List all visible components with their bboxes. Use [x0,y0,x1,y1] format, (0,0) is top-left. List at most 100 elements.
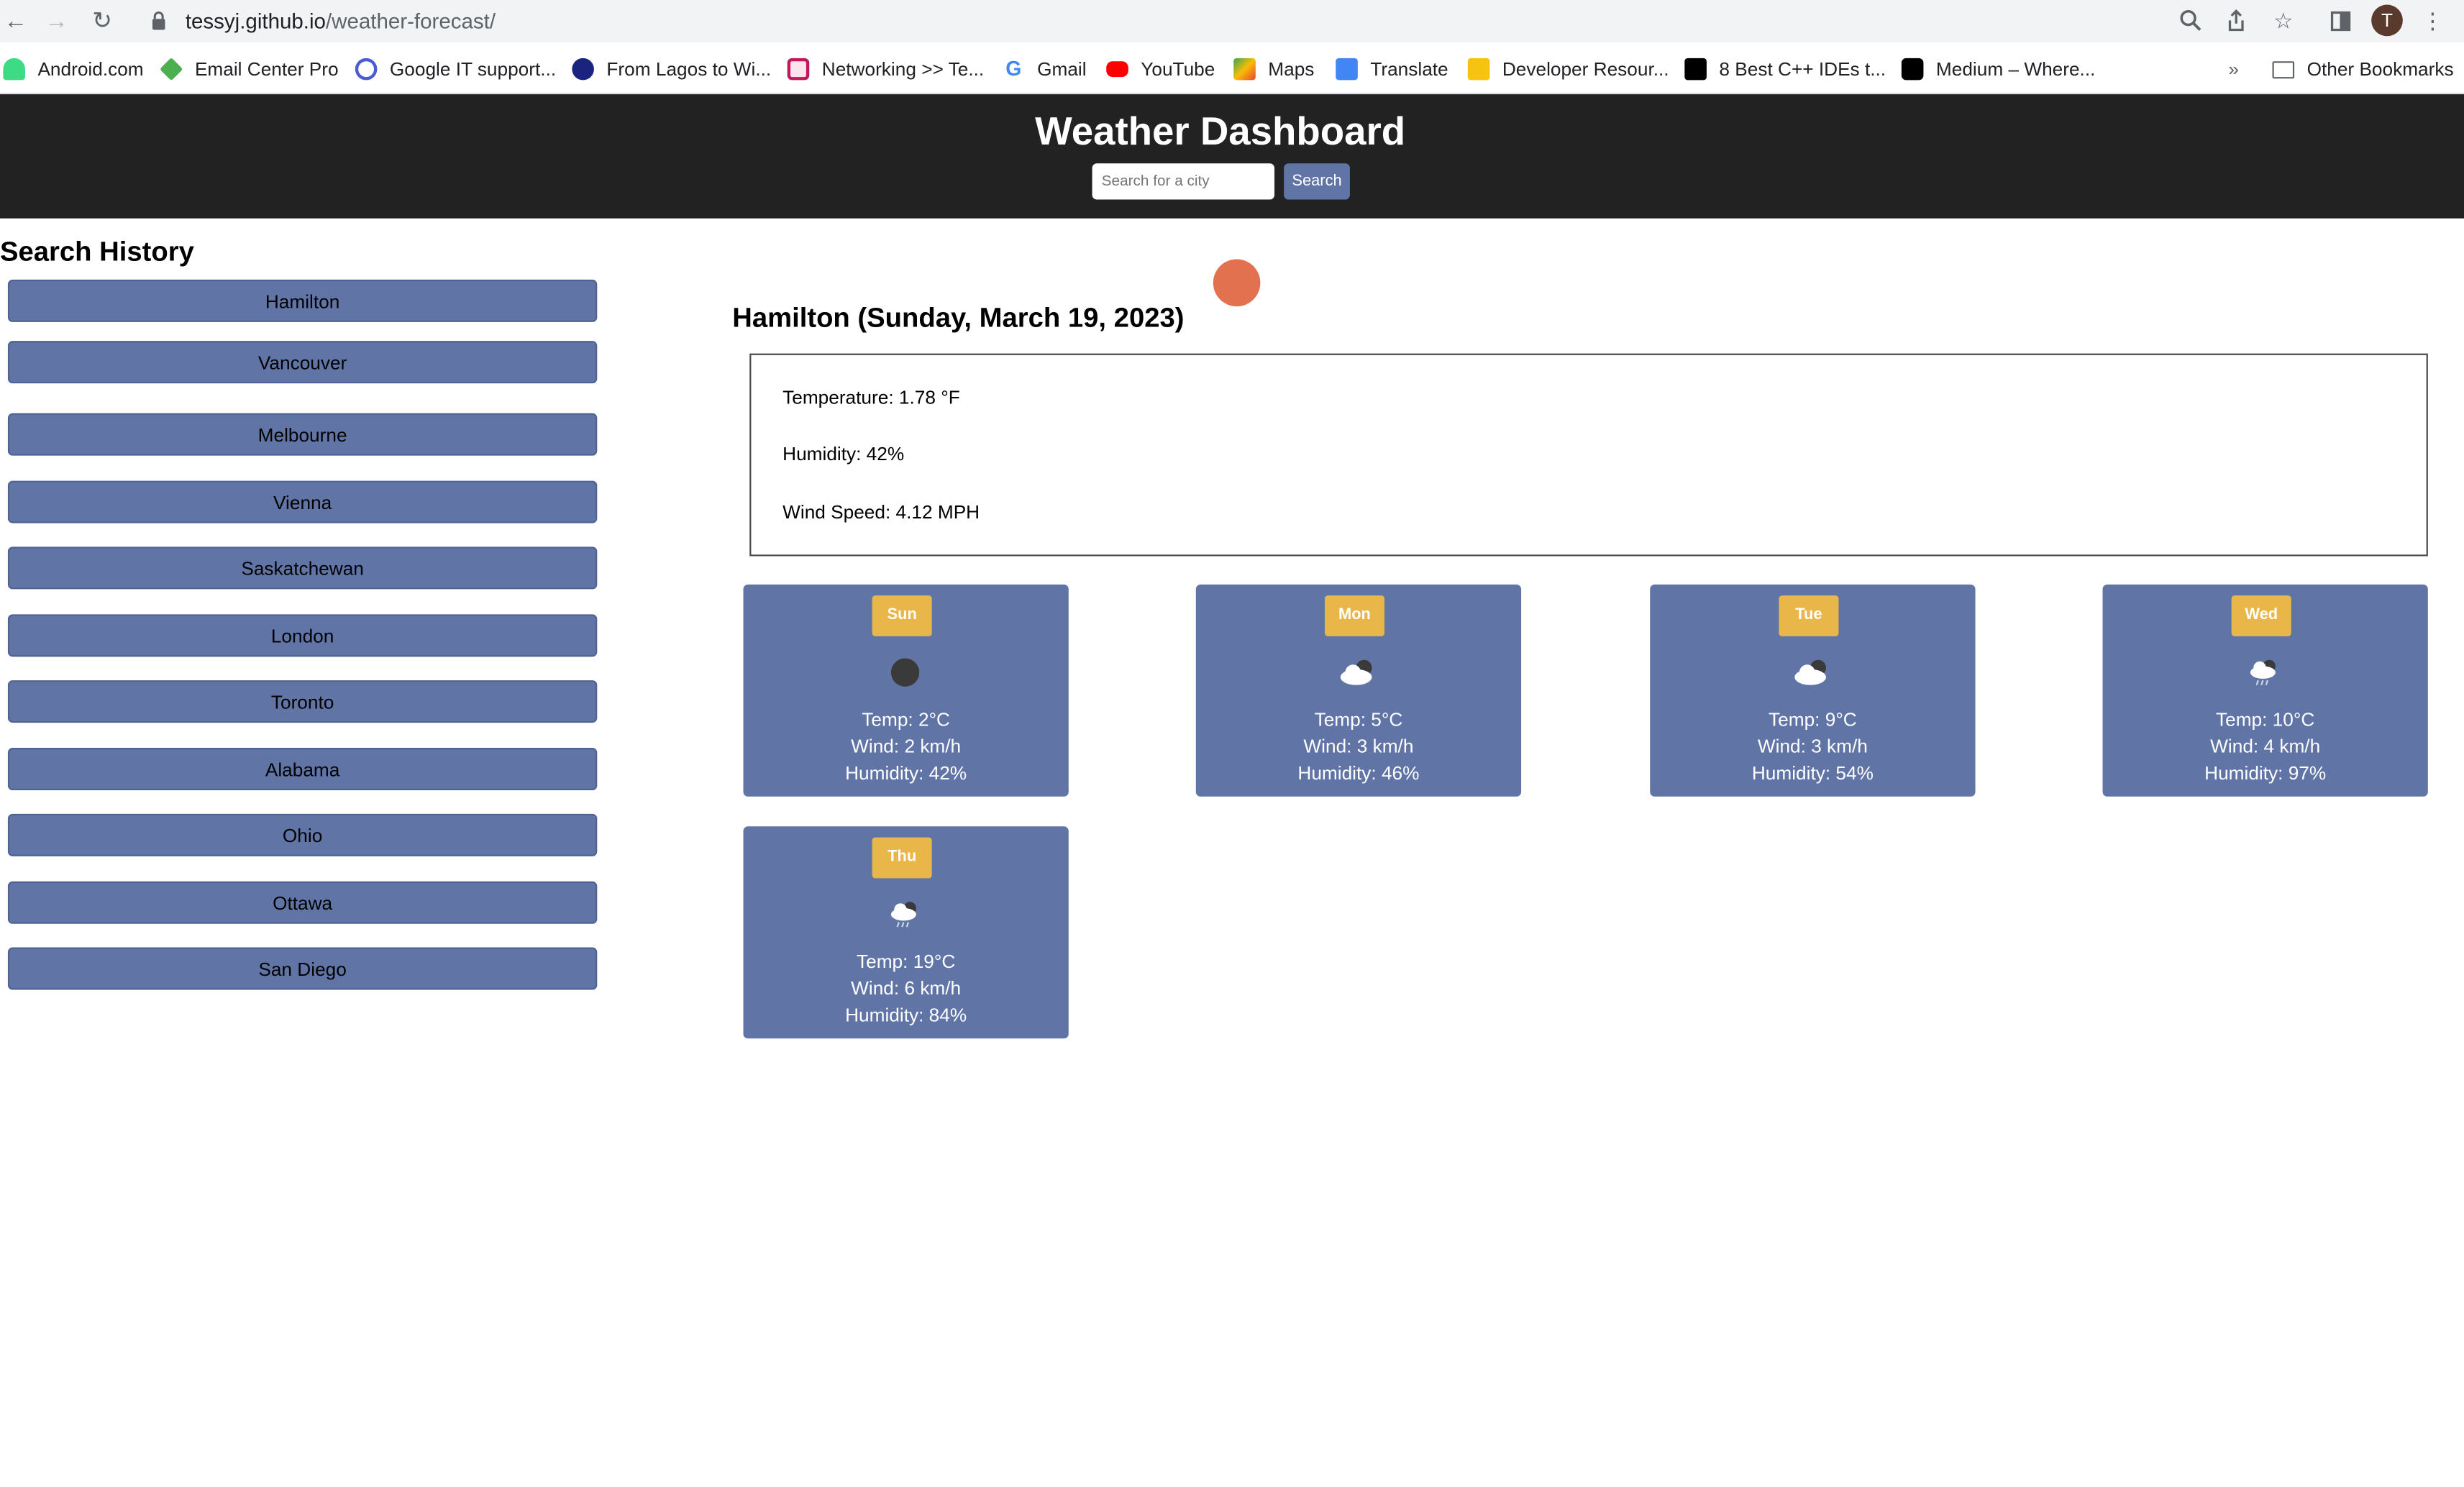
globe-icon [572,58,594,81]
rain-night-icon [2250,659,2276,686]
url-path: /weather-forecast/ [325,9,496,32]
bookmark-star-icon[interactable]: ☆ [2268,5,2299,37]
forecast-wind: Wind: 2 km/h [851,735,962,758]
forecast-humidity: Humidity: 54% [1751,761,1874,784]
history-city-button[interactable]: Vienna [7,480,598,523]
forecast-humidity: Humidity: 46% [1297,761,1420,784]
history-city-button[interactable]: San Diego [7,947,598,990]
bookmark-label: Medium – Where... [1935,58,2096,81]
forecast-day-badge: Sun [872,595,932,636]
forecast-temp: Temp: 5°C [1314,708,1403,731]
page-title: Weather Dashboard [1035,109,1406,155]
bookmark-label: Networking >> Te... [821,58,985,81]
forecast-temp: Temp: 10°C [2216,708,2315,731]
current-temperature: Temperature: 1.78 °F [782,386,960,409]
bookmark-label: From Lagos to Wi... [606,58,772,81]
android-icon [3,58,25,81]
forecast-humidity: Humidity: 97% [2204,761,2327,784]
bookmark-label: Google IT support... [389,58,557,81]
reload-icon[interactable]: ↻ [86,5,118,37]
bookmark-label: Gmail [1037,58,1087,81]
forecast-wind: Wind: 6 km/h [851,977,962,999]
current-wind-speed: Wind Speed: 4.12 MPH [782,501,980,523]
bookmark-label: Developer Resour... [1502,58,1669,81]
current-humidity: Humidity: 42% [782,443,905,465]
other-bookmarks[interactable]: Other Bookmarks [2272,57,2454,82]
bookmark-android[interactable]: Android.com [3,57,144,82]
search-history-title: Search History [0,235,194,267]
current-weather-panel: Temperature: 1.78 °F Humidity: 42% Wind … [749,353,2428,557]
search-button[interactable]: Search [1284,163,1350,200]
moon-icon [890,658,920,687]
page: ← → ↻ tessyj.github.io/weather-forecast/… [0,0,2464,1487]
history-city-button[interactable]: Melbourne [7,413,598,456]
forecast-temp: Temp: 9°C [1769,708,1857,731]
forecast-wind: Wind: 3 km/h [1757,735,1868,758]
translate-icon [1336,58,1358,81]
forecast-wind: Wind: 4 km/h [2210,735,2321,758]
forward-icon[interactable]: → [41,5,73,37]
history-city-button[interactable]: Ohio [7,813,598,856]
bookmark-developer-resources[interactable]: Developer Resour... [1467,57,1669,82]
history-city-button[interactable]: Saskatchewan [7,546,598,590]
forecast-temp: Temp: 19°C [856,950,956,973]
share-icon[interactable] [2220,5,2252,37]
history-city-button[interactable]: Alabama [7,748,598,791]
youtube-icon [1106,61,1128,78]
history-city-button[interactable]: Hamilton [7,279,598,322]
bookmark-email-center[interactable]: Email Center Pro [159,57,339,82]
forecast-day-badge: Wed [2231,595,2291,636]
history-city-button[interactable]: Ottawa [7,881,598,924]
browser-toolbar: ← → ↻ tessyj.github.io/weather-forecast/… [0,0,2464,42]
bookmark-label: YouTube [1141,58,1215,81]
bookmark-youtube[interactable]: YouTube [1106,57,1215,82]
history-city-button[interactable]: Toronto [7,680,598,723]
profile-avatar[interactable]: T [2371,4,2403,37]
url-host: tessyj.github.io [185,9,326,32]
bookmark-google-it[interactable]: Google IT support... [355,57,556,82]
bookmark-translate[interactable]: Translate [1336,57,1448,82]
bookmark-label: Android.com [37,58,144,81]
q-icon [355,58,378,81]
forecast-card: Mon Temp: 5°C Wind: 3 km/h Humidity: 46% [1195,584,1522,797]
zoom-icon[interactable] [2175,5,2207,37]
forecast-day-badge: Mon [1324,595,1384,636]
bookmark-lagos[interactable]: From Lagos to Wi... [572,57,771,82]
bookmarks-overflow[interactable]: » [2228,57,2239,82]
bookmark-gmail[interactable]: G Gmail [1003,56,1087,82]
forecast-humidity: Humidity: 84% [845,1004,967,1026]
forecast-card: Wed Temp: 10°C Wind: 4 km/h Humidity: 97… [2102,584,2428,797]
forecast-humidity: Humidity: 42% [845,761,967,784]
other-bookmarks-label: Other Bookmarks [2306,58,2454,81]
back-icon[interactable]: ← [0,5,32,37]
maps-icon [1233,58,1256,81]
forecast-day-badge: Tue [1779,595,1839,636]
bookmark-medium[interactable]: Medium – Where... [1901,57,2096,82]
google-icon: G [1005,56,1022,81]
bookmark-label: Translate [1370,58,1448,81]
forecast-card: Thu Temp: 19°C Wind: 6 km/h Humidity: 84… [743,826,1069,1039]
side-panel-icon[interactable] [2324,5,2356,37]
forecast-card: Tue Temp: 9°C Wind: 3 km/h Humidity: 54% [1650,584,1976,797]
sun-icon [1213,259,1261,307]
history-city-button[interactable]: Vancouver [7,341,598,384]
forecast-card: Sun Temp: 2°C Wind: 2 km/h Humidity: 42% [743,584,1069,797]
bookmark-label: Email Center Pro [194,58,339,81]
history-city-button[interactable]: London [7,614,598,657]
forecast-day-badge: Thu [872,837,932,879]
network-icon [787,58,810,81]
bookmark-label: Maps [1268,58,1315,81]
city-search-input[interactable] [1092,163,1275,200]
medium-icon [1901,58,1924,81]
bookmark-networking[interactable]: Networking >> Te... [787,57,985,82]
menu-kebab-icon[interactable]: ⋮ [2417,5,2449,37]
bookmark-label: 8 Best C++ IDEs t... [1719,58,1886,81]
bookmarks-bar: Android.com Email Center Pro Google IT s… [0,45,2464,95]
bookmark-maps[interactable]: Maps [1233,57,1314,82]
address-bar[interactable]: tessyj.github.io/weather-forecast/ [134,3,2163,38]
bookmark-cpp-ides[interactable]: 8 Best C++ IDEs t... [1684,57,1886,82]
cloudy-night-icon [1794,659,1826,685]
fs-icon [1467,58,1490,81]
forecast-temp: Temp: 2°C [862,708,951,731]
dev-icon [1684,58,1707,81]
